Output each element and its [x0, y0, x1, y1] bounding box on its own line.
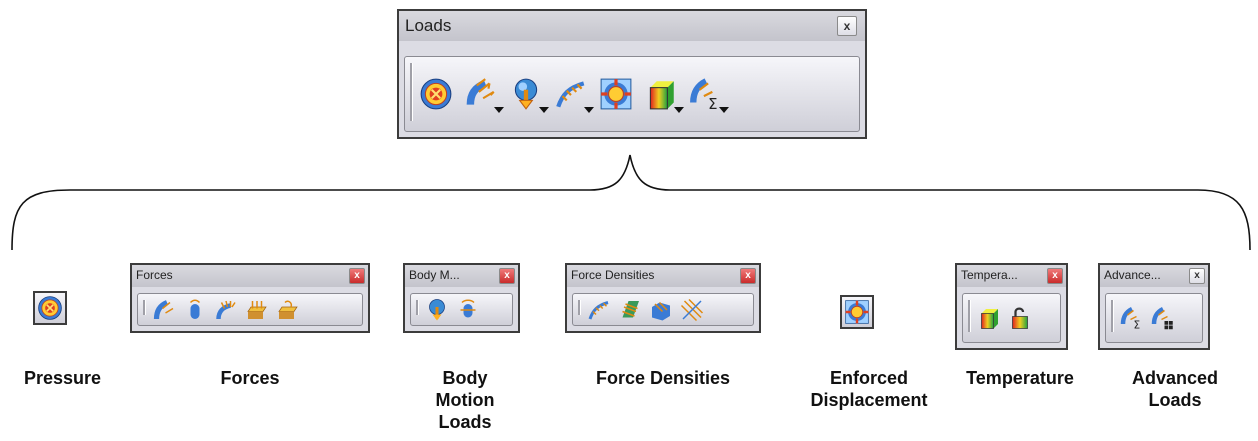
force-densities-toolbar: Force Densities x — [565, 263, 761, 333]
temperature-field-icon[interactable] — [977, 306, 1001, 330]
force-densities-toolbar-title: Force Densities — [571, 268, 655, 282]
moment-icon[interactable] — [183, 298, 207, 322]
toolbar-grip[interactable] — [410, 63, 413, 121]
force-icon[interactable] — [464, 77, 504, 113]
forces-toolbar-titlebar[interactable]: Forces x — [132, 265, 368, 287]
force-density-vector-icon[interactable] — [680, 298, 704, 322]
advanced-loads-toolbar-body: Σ — [1105, 293, 1203, 343]
dropdown-arrow-icon[interactable] — [584, 107, 594, 113]
body-motion-toolbar-titlebar[interactable]: Body M... x — [405, 265, 518, 287]
dropdown-arrow-icon[interactable] — [494, 107, 504, 113]
force-densities-label: Force Densities — [595, 368, 731, 388]
advanced-loads-icon[interactable]: Σ — [689, 77, 729, 113]
loads-toolbar-title: Loads — [405, 16, 452, 35]
close-icon[interactable]: x — [837, 16, 857, 36]
loads-toolbar: Loads x Σ — [397, 9, 867, 139]
loads-toolbar-body: Σ — [404, 56, 860, 132]
pressure-button[interactable] — [33, 291, 67, 325]
body-motion-toolbar-body — [410, 293, 513, 326]
close-icon[interactable]: x — [1189, 268, 1205, 284]
temperature-toolbar-title: Tempera... — [961, 268, 1018, 282]
rotation-force-icon[interactable] — [456, 298, 480, 322]
enforced-displacement-label: Enforced Displacement — [810, 368, 928, 410]
surface-force-density-icon[interactable] — [618, 298, 642, 322]
brace-connector — [11, 154, 1251, 251]
close-icon[interactable]: x — [740, 268, 756, 284]
forces-toolbar-body — [137, 293, 363, 326]
enforced-displacement-icon[interactable] — [599, 77, 633, 111]
toolbar-grip[interactable] — [968, 300, 971, 332]
pressure-icon[interactable] — [419, 77, 453, 111]
pressure-icon — [38, 296, 62, 320]
toolbar-grip[interactable] — [143, 300, 146, 315]
temperature-toolbar: Tempera... x — [955, 263, 1068, 350]
toolbar-grip[interactable] — [416, 300, 419, 315]
temperature-icon[interactable] — [644, 77, 684, 113]
temperature-label: Temperature — [966, 368, 1074, 388]
advanced-sum-icon[interactable] — [1151, 306, 1175, 330]
forces-toolbar-title: Forces — [136, 268, 173, 282]
temperature-toolbar-body — [962, 293, 1061, 343]
enforced-displacement-icon — [845, 300, 869, 324]
dropdown-arrow-icon[interactable] — [674, 107, 684, 113]
dropdown-arrow-icon[interactable] — [719, 107, 729, 113]
imported-moment-icon[interactable] — [276, 298, 300, 322]
bearing-load-icon[interactable] — [214, 298, 238, 322]
loads-toolbar-titlebar[interactable]: Loads x — [399, 11, 865, 41]
force-densities-toolbar-body — [572, 293, 754, 326]
force-density-icon[interactable] — [554, 77, 594, 113]
advanced-loads-toolbar-title: Advance... — [1104, 268, 1161, 282]
close-icon[interactable]: x — [1047, 268, 1063, 284]
body-motion-toolbar-title: Body M... — [409, 268, 460, 282]
enforced-displacement-button[interactable] — [840, 295, 874, 329]
advanced-loads-toolbar: Advance... x Σ — [1098, 263, 1210, 350]
body-motion-icon[interactable] — [509, 77, 549, 113]
toolbar-grip[interactable] — [578, 300, 581, 315]
dropdown-arrow-icon[interactable] — [539, 107, 549, 113]
body-motion-label: Body Motion Loads — [435, 368, 495, 432]
line-force-density-icon[interactable] — [587, 298, 611, 322]
close-icon[interactable]: x — [499, 268, 515, 284]
toolbar-grip[interactable] — [1111, 300, 1114, 332]
svg-text:Σ: Σ — [708, 95, 717, 111]
pressure-label: Pressure — [23, 368, 102, 388]
imported-force-icon[interactable] — [245, 298, 269, 322]
close-icon[interactable]: x — [349, 268, 365, 284]
svg-text:Σ: Σ — [1134, 320, 1141, 331]
advanced-loads-label: Advanced Loads — [1131, 368, 1219, 410]
distributed-force-icon[interactable] — [152, 298, 176, 322]
force-densities-toolbar-titlebar[interactable]: Force Densities x — [567, 265, 759, 287]
forces-label: Forces — [220, 368, 280, 388]
load-combination-icon[interactable]: Σ — [1120, 306, 1144, 330]
body-motion-toolbar: Body M... x — [403, 263, 520, 333]
temperature-toolbar-titlebar[interactable]: Tempera... x — [957, 265, 1066, 287]
forces-toolbar: Forces x — [130, 263, 370, 333]
imported-temperature-icon[interactable] — [1008, 306, 1032, 330]
volume-force-density-icon[interactable] — [649, 298, 673, 322]
advanced-loads-toolbar-titlebar[interactable]: Advance... x — [1100, 265, 1208, 287]
acceleration-icon[interactable] — [425, 298, 449, 322]
